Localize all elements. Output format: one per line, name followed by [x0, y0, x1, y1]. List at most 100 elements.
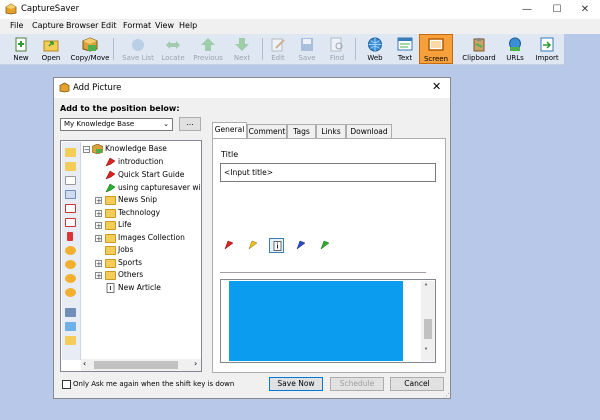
menu-capture[interactable]: Capture: [32, 21, 64, 30]
tree-node-sports[interactable]: + Sports: [81, 257, 201, 269]
minimize-button[interactable]: —: [512, 0, 542, 19]
blue-flag-button[interactable]: [293, 238, 308, 253]
menu-edit[interactable]: Edit: [101, 21, 117, 30]
export-icon[interactable]: [65, 336, 76, 345]
scroll-left-icon[interactable]: ‹: [83, 359, 86, 368]
divider: [220, 272, 426, 273]
folder-icon: [105, 221, 116, 230]
menu-view[interactable]: View: [155, 21, 174, 30]
info-flag-button[interactable]: [269, 238, 284, 253]
red-flag-icon: [105, 170, 116, 180]
red-flag-icon[interactable]: [67, 232, 73, 241]
close-button[interactable]: ✕: [570, 0, 600, 19]
resize-grip-icon[interactable]: ⋰: [443, 392, 450, 400]
next-button[interactable]: Next: [225, 34, 259, 64]
filter-icon[interactable]: [65, 322, 76, 331]
move-left-icon[interactable]: [65, 288, 76, 297]
tree-node-label: Life: [118, 220, 132, 229]
move-up-icon[interactable]: [65, 246, 76, 255]
tab-general[interactable]: General: [212, 122, 247, 139]
expand-icon[interactable]: +: [95, 222, 102, 230]
capturesaver-logo-icon: [5, 3, 17, 15]
red-flag-button[interactable]: [221, 238, 236, 253]
tree-node-new-article[interactable]: New Article: [81, 282, 201, 294]
tab-tags[interactable]: Tags: [287, 124, 316, 138]
tree-node-knowledge-base[interactable]: − Knowledge Base: [81, 143, 201, 155]
scrollbar-thumb[interactable]: [424, 319, 432, 339]
cancel-button[interactable]: Cancel: [390, 377, 444, 391]
tree-horizontal-scrollbar[interactable]: ‹ ›: [81, 359, 201, 371]
menu-bar: File Capture Browser Edit Format View He…: [0, 19, 600, 34]
open-button[interactable]: Open: [34, 34, 68, 64]
position-dropdown[interactable]: My Knowledge Base ⌄: [60, 118, 173, 131]
page-icon[interactable]: [65, 176, 76, 185]
tree-node-quick-start-guide[interactable]: Quick Start Guide: [81, 169, 201, 181]
scroll-down-icon[interactable]: ˅: [424, 347, 428, 356]
copy-move-button[interactable]: Copy/Move: [71, 34, 109, 64]
chevron-down-icon: ⌄: [163, 120, 169, 128]
dialog-title: Add Picture: [73, 83, 122, 93]
scroll-up-icon[interactable]: ˄: [424, 283, 428, 292]
expand-icon[interactable]: +: [95, 210, 102, 218]
properties-icon[interactable]: [65, 308, 76, 317]
table-icon[interactable]: [65, 190, 76, 199]
collapse-icon[interactable]: −: [83, 146, 90, 154]
delete-page-icon[interactable]: [65, 204, 76, 213]
expand-icon[interactable]: +: [95, 235, 102, 243]
tree-node-using-capturesaver[interactable]: using capturesaver with: [81, 182, 201, 194]
previous-icon: [200, 37, 216, 52]
move-down-icon[interactable]: [65, 260, 76, 269]
clipboard-icon: [471, 37, 487, 52]
tab-comment[interactable]: Comment: [247, 124, 287, 138]
scrollbar-thumb[interactable]: [94, 361, 178, 369]
open-folder-icon[interactable]: [65, 162, 76, 171]
schedule-button[interactable]: Schedule: [330, 377, 384, 391]
yellow-flag-button[interactable]: [245, 238, 260, 253]
expand-icon[interactable]: +: [95, 260, 102, 268]
ask-again-checkbox[interactable]: [62, 380, 71, 389]
position-label: Add to the position below:: [60, 104, 180, 113]
maximize-button[interactable]: ☐: [542, 0, 572, 19]
expand-icon[interactable]: +: [95, 197, 102, 205]
new-icon: [13, 37, 29, 52]
preview-image: [229, 281, 403, 361]
screen-button[interactable]: Screen: [419, 34, 453, 64]
save-now-button[interactable]: Save Now: [269, 377, 323, 391]
tree-node-introduction[interactable]: introduction: [81, 156, 201, 168]
next-icon: [234, 37, 250, 52]
preview-vertical-scrollbar[interactable]: ˄ ˅: [421, 281, 435, 361]
ask-again-label: Only Ask me again when the shift key is …: [73, 380, 235, 388]
folder-icon: [105, 246, 116, 255]
delete-icon[interactable]: [65, 218, 76, 227]
menu-format[interactable]: Format: [123, 21, 151, 30]
add-picture-dialog: Add Picture ✕ Add to the position below:…: [53, 77, 451, 400]
green-flag-icon: [105, 183, 116, 193]
tab-links[interactable]: Links: [316, 124, 346, 138]
folder-icon: [105, 196, 116, 205]
tree-node-life[interactable]: + Life: [81, 219, 201, 231]
find-icon: [329, 37, 345, 52]
find-button[interactable]: Find: [320, 34, 354, 64]
app-title: CaptureSaver: [21, 4, 80, 14]
expand-icon[interactable]: +: [95, 272, 102, 280]
dialog-close-button[interactable]: ✕: [432, 80, 441, 93]
move-right-icon[interactable]: [65, 274, 76, 283]
browse-button[interactable]: ...: [179, 117, 201, 131]
green-flag-button[interactable]: [317, 238, 332, 253]
tree-node-technology[interactable]: + Technology: [81, 207, 201, 219]
menu-help[interactable]: Help: [179, 21, 197, 30]
tree-node-label: News Snip: [118, 195, 158, 204]
tab-download[interactable]: Download: [346, 124, 392, 138]
tree-node-images-collection[interactable]: + Images Collection: [81, 232, 201, 244]
import-button[interactable]: Import: [530, 34, 564, 64]
new-folder-icon[interactable]: [65, 148, 76, 157]
tree-node-news-snip[interactable]: + News Snip: [81, 194, 201, 206]
menu-file[interactable]: File: [10, 21, 23, 30]
tree-node-label: using capturesaver with: [118, 183, 201, 192]
clipboard-button[interactable]: Clipboard: [462, 34, 496, 64]
title-input[interactable]: <Input title>: [220, 163, 436, 182]
tree-node-jobs[interactable]: Jobs: [81, 244, 201, 256]
menu-browser[interactable]: Browser: [66, 21, 98, 30]
scroll-right-icon[interactable]: ›: [194, 359, 197, 368]
tree-node-others[interactable]: + Others: [81, 269, 201, 281]
